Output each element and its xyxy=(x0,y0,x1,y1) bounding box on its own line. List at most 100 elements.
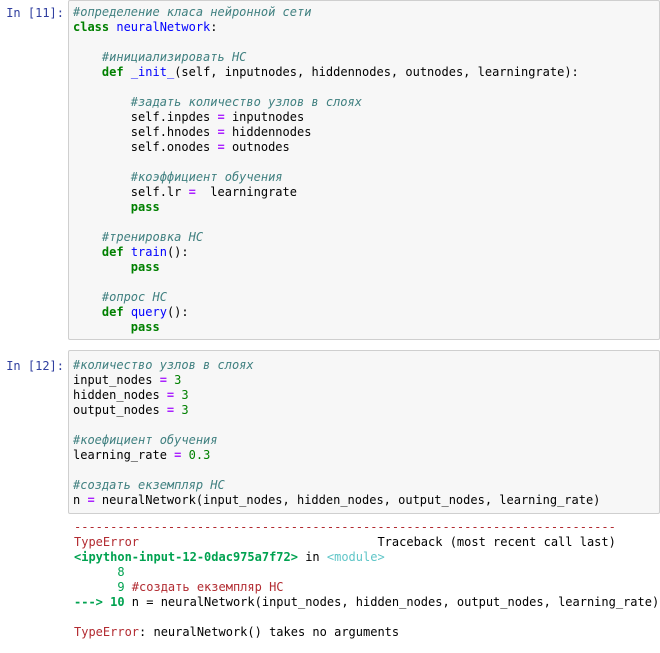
code-line: def train(): xyxy=(73,245,579,260)
code-token: Traceback (most recent call last) xyxy=(139,535,616,549)
code-token: query xyxy=(130,305,167,319)
code-token: = xyxy=(217,110,225,124)
code-token: 3 xyxy=(181,388,189,402)
code-token: self.hnodes xyxy=(73,125,218,139)
code-line: ----------------------------------------… xyxy=(74,520,659,535)
code-token: in xyxy=(297,550,327,564)
code-token: self.inpdes xyxy=(73,110,218,124)
code-line: pass xyxy=(73,320,579,335)
code-token: n xyxy=(73,493,88,507)
code-line: #тренировка НС xyxy=(73,230,579,245)
code-token: = xyxy=(188,185,196,199)
code-line: ---> 10 n = neuralNetwork(input_nodes, h… xyxy=(74,595,659,610)
code-token: self.lr xyxy=(73,185,189,199)
code-line: #коефициент обучения xyxy=(73,433,600,448)
code-line: self.inpdes = inputnodes xyxy=(73,110,579,125)
code-token: #создать екземпляр НС xyxy=(131,580,284,594)
code-cell-instantiate[interactable]: In [12]: #количество узлов в слоях input_… xyxy=(0,350,660,653)
code-token: = xyxy=(87,493,95,507)
code-editor[interactable]: #определение класа нейронной сети class n… xyxy=(68,0,660,340)
code-token: #количество узлов в слоях xyxy=(73,358,254,372)
code-line: #количество узлов в слоях xyxy=(73,358,600,373)
code-line: learning_rate = 0.3 xyxy=(73,448,600,463)
code-line: self.hnodes = hiddennodes xyxy=(73,125,579,140)
code-line: #создать екземпляр НС xyxy=(73,478,600,493)
input-prompt: In [12]: xyxy=(6,359,64,373)
code-line: def _init_(self, inputnodes, hiddennodes… xyxy=(73,65,579,80)
code-token: learningrate xyxy=(195,185,297,199)
code-token: class xyxy=(73,20,110,34)
code-token: train xyxy=(130,245,167,259)
code-token: 9 xyxy=(74,580,132,594)
code-token: _init_ xyxy=(130,65,175,79)
code-line: TypeError: neuralNetwork() takes no argu… xyxy=(74,625,659,640)
code-token: #определение класа нейронной сети xyxy=(73,5,312,19)
code-token: #коефициент обучения xyxy=(73,433,218,447)
code-line: 9 #создать екземпляр НС xyxy=(74,580,659,595)
code-token: learning_rate xyxy=(73,448,175,462)
code-token: pass xyxy=(130,200,160,214)
code-token: = xyxy=(217,140,225,154)
code-token: def xyxy=(101,305,124,319)
code-token: = xyxy=(217,125,225,139)
code-token: 3 xyxy=(174,373,182,387)
code-line: TypeError Traceback (most recent call la… xyxy=(74,535,659,550)
input-prompt: In [11]: xyxy=(6,6,64,20)
code-line: <ipython-input-12-0dac975a7f72> in <modu… xyxy=(74,550,659,565)
code-line: def query(): xyxy=(73,305,579,320)
code-line: #определение класа нейронной сети xyxy=(73,5,579,20)
code-token: neuralNetwork xyxy=(116,20,211,34)
code-token: = xyxy=(159,373,167,387)
code-token: inputnodes xyxy=(224,110,305,124)
code-token: (self, inputnodes, hiddennodes, outnodes… xyxy=(174,65,579,79)
code-token: #создать екземпляр НС xyxy=(73,478,225,492)
code-line: #опрос НС xyxy=(73,290,579,305)
code-line: pass xyxy=(73,260,579,275)
code-token: (): xyxy=(166,245,189,259)
code-token: : xyxy=(210,20,218,34)
code-token: neuralNetwork(input_nodes, hidden_nodes,… xyxy=(153,595,660,609)
code-token: TypeError xyxy=(74,535,140,549)
code-text: #количество узлов в слоях input_nodes = 3… xyxy=(73,358,600,508)
code-token: pass xyxy=(130,320,160,334)
code-editor[interactable]: #количество узлов в слоях input_nodes = 3… xyxy=(68,350,660,514)
code-token: def xyxy=(101,65,124,79)
code-token: #коэффициент обучения xyxy=(130,170,283,184)
code-token: ---> 10 xyxy=(74,595,132,609)
code-token: input_nodes xyxy=(73,373,160,387)
code-line: n = neuralNetwork(input_nodes, hidden_no… xyxy=(73,493,600,508)
code-token: : neuralNetwork() takes no arguments xyxy=(139,625,400,639)
code-token: hiddennodes xyxy=(224,125,312,139)
code-token: <ipython-input-12-0dac975a7f72> xyxy=(74,550,298,564)
code-line: 8 xyxy=(74,565,659,580)
code-line: class neuralNetwork: xyxy=(73,20,579,35)
code-token: 0.3 xyxy=(188,448,211,462)
code-token: n xyxy=(131,595,147,609)
code-token: hidden_nodes xyxy=(73,388,167,402)
code-cell-class-definition[interactable]: In [11]: #определение класа нейронной се… xyxy=(0,0,660,340)
code-line: input_nodes = 3 xyxy=(73,373,600,388)
code-token: self.onodes xyxy=(73,140,218,154)
code-token: #тренировка НС xyxy=(101,230,204,244)
code-token: output_nodes xyxy=(73,403,167,417)
code-token: neuralNetwork(input_nodes, hidden_nodes,… xyxy=(94,493,601,507)
code-token: 3 xyxy=(181,403,189,417)
